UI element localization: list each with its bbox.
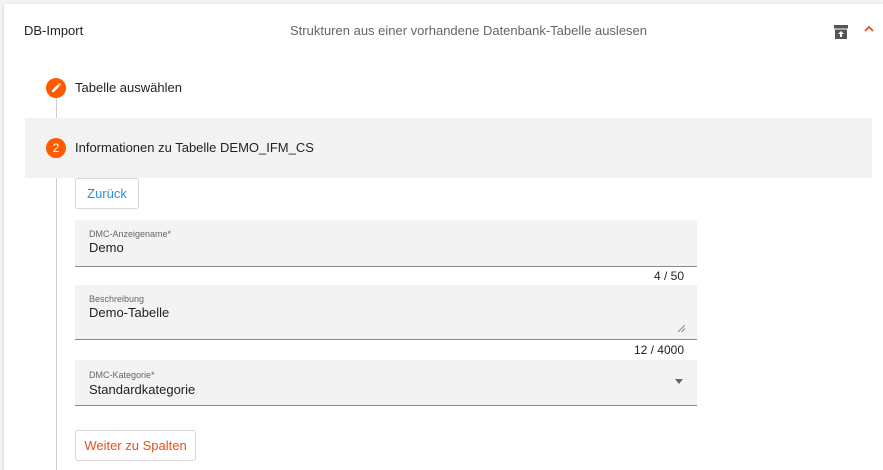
chevron-up-icon[interactable] [863, 23, 875, 35]
dropdown-caret-icon[interactable] [675, 379, 683, 384]
step-table-info[interactable]: 2 Informationen zu Tabelle DEMO_IFM_CS [25, 118, 872, 178]
panel-title: DB-Import [24, 23, 84, 38]
description-field[interactable]: Beschreibung Demo-Tabelle [75, 285, 697, 340]
description-counter: 12 / 4000 [633, 343, 684, 357]
description-value[interactable]: Demo-Tabelle [89, 305, 169, 320]
category-value: Standardkategorie [89, 382, 196, 397]
next-to-columns-button[interactable]: Weiter zu Spalten [75, 430, 196, 461]
panel-description: Strukturen aus einer vorhandene Datenban… [290, 23, 648, 38]
resize-handle-icon[interactable] [678, 325, 685, 332]
panel-header[interactable]: DB-Import Strukturen aus einer vorhanden… [4, 4, 883, 56]
archive-icon[interactable] [834, 25, 848, 39]
step-2-badge: 2 [46, 138, 66, 158]
category-label: DMC-Kategorie* [89, 370, 155, 380]
display-name-field[interactable]: DMC-Anzeigename* Demo [75, 220, 697, 267]
category-select[interactable]: DMC-Kategorie* Standardkategorie [75, 360, 697, 406]
display-name-value[interactable]: Demo [89, 240, 124, 255]
display-name-counter: 4 / 50 [653, 269, 684, 283]
back-button[interactable]: Zurück [75, 178, 139, 209]
step-select-table[interactable]: Tabelle auswählen [4, 70, 883, 104]
db-import-panel: DB-Import Strukturen aus einer vorhanden… [4, 4, 883, 470]
description-label: Beschreibung [89, 294, 145, 304]
display-name-label: DMC-Anzeigename* [89, 229, 172, 239]
step-1-label: Tabelle auswählen [75, 80, 182, 95]
step-1-badge [46, 78, 66, 98]
pencil-icon [52, 83, 61, 92]
step-2-label: Informationen zu Tabelle DEMO_IFM_CS [75, 140, 314, 155]
